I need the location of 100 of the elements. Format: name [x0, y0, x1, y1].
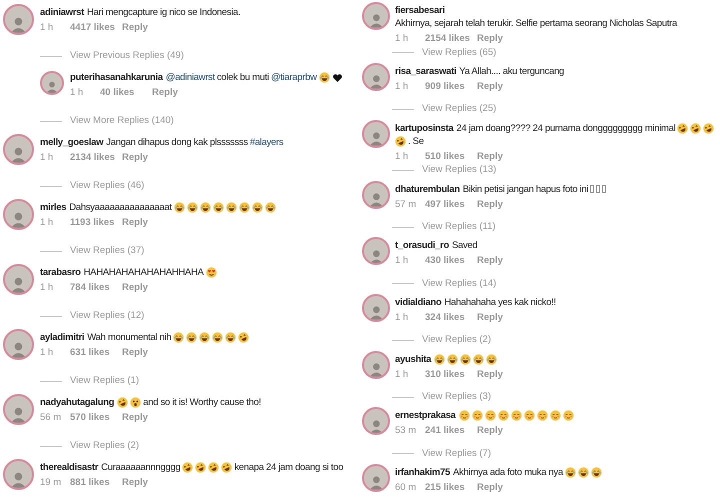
view-replies-link[interactable]: View Previous Replies (49) [70, 49, 184, 64]
comment-text: HAHAHAHAHAHAHAHHAHA [84, 266, 204, 279]
emoji-face-icon [578, 467, 589, 478]
emoji-face-icon [460, 354, 472, 365]
reply-link[interactable]: Reply [477, 482, 503, 494]
reply-link[interactable]: Reply [122, 347, 148, 359]
reply-link[interactable]: Reply [122, 152, 148, 164]
comment-text: Akhirnya, sejarah telah terukir. Selfie pertama seorang Nicholas Saputra [395, 17, 678, 30]
avatar [3, 199, 34, 230]
comment-text: Akhirnya ada foto muka nya [453, 466, 563, 479]
emoji-face-icon [536, 410, 548, 422]
username[interactable]: melly_goeslaw [40, 136, 104, 149]
username[interactable]: t_orasudi_ro [395, 239, 449, 252]
emoji-face-icon [498, 410, 509, 422]
reply-link[interactable]: Reply [477, 255, 503, 268]
emoji-face-icon [130, 397, 142, 408]
reply-link[interactable]: Reply [477, 368, 503, 381]
mention-link[interactable]: @adiniawrst [166, 71, 215, 84]
emoji-face-icon [173, 332, 184, 343]
emoji-face-icon [212, 332, 224, 343]
view-replies-link[interactable]: View More Replies (140) [70, 114, 174, 129]
comment-time: 1 h [40, 22, 54, 34]
view-replies-link[interactable]: View Replies (2) [422, 333, 491, 348]
comment-text: Dahsyaaaaaaaaaaaaaaat [69, 201, 172, 214]
avatar [362, 237, 390, 266]
username[interactable]: ayushita [395, 352, 432, 366]
emoji-face-icon [226, 202, 237, 213]
comment-time: 53 m [395, 425, 418, 438]
like-count: 2134 likes [70, 152, 116, 164]
username[interactable]: nadyahutagalung [40, 396, 114, 409]
avatar [362, 180, 390, 209]
reply-link[interactable]: Reply [477, 312, 503, 324]
mention-link[interactable]: #alayers [250, 136, 284, 149]
comment-time: 1 h [40, 282, 54, 294]
emoji-face-icon [221, 462, 232, 473]
reply-link[interactable]: Reply [477, 81, 503, 94]
reply-link[interactable]: Reply [122, 282, 148, 294]
emoji-face-icon [564, 467, 576, 478]
username[interactable]: kartuposinsta [395, 122, 454, 135]
username[interactable]: puterihasanahkarunia [70, 71, 163, 84]
heart-icon [332, 72, 343, 83]
view-replies-link[interactable]: View Replies (11) [422, 220, 496, 234]
comment-text: Wah monumental nih [87, 331, 172, 344]
username[interactable]: ayladimitri [40, 331, 84, 344]
emoji-face-icon [318, 72, 330, 83]
view-replies-link[interactable]: View Replies (25) [422, 102, 496, 116]
comment-time: 1 h [395, 33, 410, 45]
avatar [3, 264, 34, 295]
emoji-face-icon [473, 354, 484, 365]
reply-link[interactable]: Reply [122, 22, 148, 34]
comment-time: 19 m [40, 477, 62, 489]
reply-link[interactable]: Reply [477, 425, 503, 438]
reply-link[interactable]: Reply [122, 477, 148, 489]
like-count: 570 likes [70, 412, 111, 424]
username[interactable]: risa_saraswati [395, 65, 456, 78]
emoji-face-icon [395, 136, 406, 147]
username[interactable]: therealdisastr [40, 461, 98, 474]
reply-link[interactable]: Reply [477, 150, 503, 163]
comment-text: Jangan dihapus dong kak plsssssss [106, 136, 248, 149]
view-replies-link[interactable]: View Replies (46) [70, 179, 144, 194]
username[interactable]: vidialdiano [395, 296, 442, 310]
emoji-face-icon [186, 332, 198, 343]
view-replies-link[interactable]: View Replies (1) [70, 374, 139, 389]
emoji-face-icon [174, 202, 185, 213]
view-replies-link[interactable]: View Replies (3) [422, 390, 491, 404]
view-replies-link[interactable]: View Replies (14) [422, 276, 496, 291]
username[interactable]: mirles [40, 201, 66, 214]
avatar [3, 4, 34, 35]
reply-link[interactable]: Reply [122, 217, 148, 229]
username[interactable]: ernestprakasa [395, 409, 456, 422]
emoji-face-icon [486, 354, 498, 365]
username[interactable]: fiersabesari [395, 4, 445, 17]
emoji-face-icon [510, 410, 522, 422]
view-replies-link[interactable]: View Replies (7) [422, 446, 491, 461]
username[interactable]: dhaturembulan [395, 182, 460, 196]
like-count: 631 likes [70, 347, 111, 359]
view-replies-link[interactable]: View Replies (2) [70, 439, 139, 454]
emoji-face-icon [447, 354, 458, 365]
comment-time: 1 h [395, 81, 410, 94]
reply-link[interactable]: Reply [477, 198, 503, 211]
like-count: 1193 likes [70, 217, 116, 229]
view-replies-link[interactable]: View Replies (37) [70, 244, 144, 259]
avatar [362, 350, 390, 379]
view-replies-link[interactable]: View Replies (12) [70, 309, 144, 324]
view-replies-link[interactable]: View Replies (13) [422, 163, 496, 178]
username[interactable]: adiniawrst [40, 6, 84, 19]
emoji-face-icon [238, 202, 250, 213]
like-count: 310 likes [425, 368, 466, 381]
avatar [362, 464, 390, 492]
reply-link[interactable]: Reply [122, 412, 148, 424]
like-count: 324 likes [425, 312, 466, 324]
view-replies-link[interactable]: View Replies (65) [422, 46, 496, 60]
username[interactable]: tarabasro [40, 266, 81, 279]
reply-link[interactable]: Reply [152, 87, 178, 99]
mention-link[interactable]: @tiaraprbw [270, 71, 317, 84]
reply-link[interactable]: Reply [477, 33, 503, 45]
username[interactable]: irfanhakim75 [395, 466, 450, 479]
avatar [40, 71, 64, 95]
emoji-face-icon [238, 332, 250, 343]
emoji-face-icon [208, 462, 220, 473]
